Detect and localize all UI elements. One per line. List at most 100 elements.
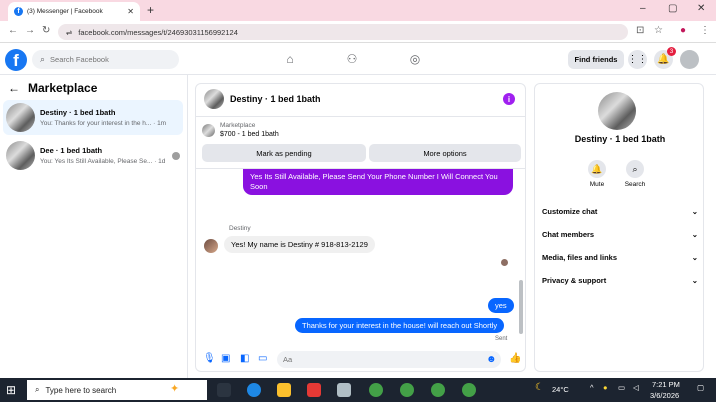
install-app-icon[interactable]: ⊡ (636, 25, 644, 36)
chevron-down-icon: ⌄ (691, 276, 698, 285)
browser-tab[interactable]: f (3) Messenger | Facebook ✕ (8, 2, 140, 21)
maximize-icon[interactable]: ▢ (668, 3, 677, 14)
wps-office-icon[interactable] (307, 383, 321, 397)
home-icon[interactable]: ⌂ (282, 51, 298, 67)
sticker-icon[interactable]: ◧ (240, 353, 249, 364)
message-scrollbar[interactable] (519, 280, 523, 334)
message-input-box[interactable]: ☻ (277, 351, 501, 368)
browser-nav-bar: ← → ↻ ⇌ facebook.com/messages/t/24693031… (0, 21, 716, 43)
chrome-icon[interactable] (400, 383, 414, 397)
conversation-preview: You: Thanks for your interest in the h..… (40, 120, 167, 127)
conversation-item[interactable]: Dee · 1 bed 1bath You: Yes Its Still Ava… (3, 138, 183, 173)
app-icon[interactable] (337, 383, 351, 397)
divider (196, 116, 525, 117)
more-options-button[interactable]: More options (369, 144, 521, 162)
tray-app-icon[interactable]: ● (603, 383, 608, 392)
find-friends-button[interactable]: Find friends (568, 50, 624, 69)
chrome-icon[interactable] (431, 383, 445, 397)
sender-label: Destiny (229, 225, 251, 232)
chevron-down-icon: ⌄ (691, 230, 698, 239)
clock-date: 3/6/2026 (650, 391, 680, 400)
mark-as-pending-button[interactable]: Mark as pending (202, 144, 366, 162)
address-bar[interactable]: ⇌ facebook.com/messages/t/24693031156992… (58, 24, 628, 40)
details-row-media[interactable]: Media, files and links ⌄ (542, 253, 698, 262)
details-row-privacy[interactable]: Privacy & support ⌄ (542, 276, 698, 285)
message-outgoing: Yes Its Still Available, Please Send You… (243, 169, 513, 195)
message-outgoing: Thanks for your interest in the house! w… (295, 318, 505, 333)
message-input[interactable] (277, 351, 467, 368)
details-avatar (598, 92, 636, 130)
listing-info[interactable]: Marketplace $700 - 1 bed 1bath (202, 122, 279, 138)
notification-center-icon[interactable]: ▢ (697, 383, 704, 392)
row-label: Media, files and links (542, 253, 618, 262)
photo-icon[interactable]: ▣ (221, 353, 230, 364)
clock-time: 7:21 PM (652, 380, 680, 389)
message-status: Sent (495, 336, 508, 342)
close-tab-icon[interactable]: ✕ (127, 7, 134, 16)
forward-icon[interactable]: → (25, 25, 35, 36)
conversation-item[interactable]: Destiny · 1 bed 1bath You: Thanks for yo… (3, 100, 183, 135)
facebook-logo-icon[interactable]: f (5, 49, 27, 71)
network-icon[interactable]: ▭ (618, 383, 625, 392)
bookmark-star-icon[interactable]: ☆ (654, 25, 663, 36)
search-action[interactable]: ⌕ Search (615, 160, 655, 188)
message-list[interactable]: Yes Its Still Available, Please Send You… (196, 168, 525, 344)
close-window-icon[interactable]: ✕ (697, 3, 705, 14)
details-row-customize-chat[interactable]: Customize chat ⌄ (542, 207, 698, 216)
weather-moon-icon[interactable]: ☾ (535, 382, 544, 393)
bell-icon: 🔔 (588, 160, 606, 178)
facebook-search[interactable]: ⌕ (32, 50, 179, 69)
volume-icon[interactable]: ◁ (633, 383, 639, 392)
sidebar-header: ← Marketplace (8, 81, 97, 95)
windows-start-icon[interactable]: ⊞ (6, 383, 16, 397)
groups-icon[interactable]: ◎ (407, 51, 423, 67)
windows-taskbar: ⊞ ⌕ Type here to search ✦ ☾ 24°C ^ ● ▭ ◁… (0, 378, 716, 402)
account-avatar[interactable] (680, 50, 699, 69)
menu-grid-icon[interactable]: ⋮⋮ (628, 50, 648, 69)
search-input[interactable] (50, 55, 161, 64)
chrome-icon[interactable] (369, 383, 383, 397)
site-info-icon[interactable]: ⇌ (66, 28, 72, 37)
minimize-icon[interactable]: – (640, 3, 646, 14)
back-icon[interactable]: ← (8, 25, 18, 36)
like-icon[interactable]: 👍 (509, 353, 521, 364)
task-view-icon[interactable] (217, 383, 231, 397)
chrome-icon[interactable] (462, 383, 476, 397)
browser-tab-bar: f (3) Messenger | Facebook ✕ + – ▢ ✕ (0, 0, 716, 21)
details-name: Destiny · 1 bed 1bath (574, 134, 666, 144)
gif-icon[interactable]: ▭ (258, 353, 267, 364)
conversation-preview: You: Yes Its Still Available, Please Se.… (40, 158, 166, 165)
listing-thumbnail (202, 123, 215, 137)
taskbar-search[interactable]: ⌕ Type here to search (27, 380, 207, 400)
back-arrow-icon[interactable]: ← (8, 81, 20, 95)
chat-header[interactable]: Destiny · 1 bed 1bath (204, 89, 321, 109)
browser-menu-icon[interactable]: ⋮ (700, 25, 710, 36)
details-row-chat-members[interactable]: Chat members ⌄ (542, 230, 698, 239)
chat-title: Destiny · 1 bed 1bath (230, 94, 321, 104)
reload-icon[interactable]: ↻ (42, 25, 50, 36)
tray-chevron-icon[interactable]: ^ (590, 383, 594, 392)
sidebar-title: Marketplace (28, 81, 98, 95)
mute-label: Mute (589, 181, 605, 188)
emoji-icon[interactable]: ☻ (486, 354, 497, 365)
chevron-down-icon: ⌄ (691, 253, 698, 262)
mute-action[interactable]: 🔔 Mute (577, 160, 617, 188)
listing-label: Marketplace (220, 122, 256, 129)
message-incoming: Yes! My name is Destiny # 918-813-2129 (224, 236, 375, 253)
new-tab-icon[interactable]: + (147, 3, 154, 17)
row-label: Chat members (542, 230, 595, 239)
sender-avatar (204, 239, 218, 253)
info-icon[interactable]: i (503, 93, 515, 105)
search-icon: ⌕ (40, 54, 46, 64)
row-label: Privacy & support (542, 276, 607, 285)
profile-icon[interactable]: ● (680, 25, 686, 36)
facebook-header: f ⌕ ⌂ ⚇ ◎ Find friends ⋮⋮ 🔔 3 (0, 44, 716, 75)
listing-detail: $700 - 1 bed 1bath (220, 131, 279, 138)
microphone-icon[interactable]: 🎙 (203, 353, 216, 364)
marketplace-sidebar: ← Marketplace Destiny · 1 bed 1bath You:… (0, 75, 188, 378)
friends-icon[interactable]: ⚇ (344, 51, 360, 67)
file-explorer-icon[interactable] (277, 383, 291, 397)
composer: 🎙 ▣ ◧ ▭ ☻ 👍 (196, 346, 525, 371)
edge-icon[interactable] (247, 383, 261, 397)
read-receipt-avatar (172, 151, 180, 160)
